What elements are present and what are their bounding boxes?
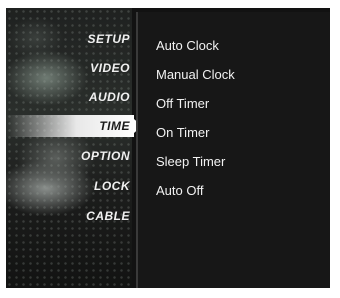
- tab-video-label: VIDEO: [90, 61, 130, 75]
- menu-item-sleep-timer[interactable]: Sleep Timer: [156, 152, 225, 172]
- tab-time-label: TIME: [99, 119, 130, 133]
- menu-item-auto-off[interactable]: Auto Off: [156, 181, 203, 201]
- tab-setup[interactable]: SETUP: [80, 28, 134, 50]
- tv-menu-screen: SETUP VIDEO AUDIO TIME OPTION LOCK CABLE…: [6, 8, 330, 288]
- tab-video[interactable]: VIDEO: [80, 57, 134, 79]
- tab-audio[interactable]: AUDIO: [80, 86, 134, 108]
- tab-cable-label: CABLE: [86, 209, 130, 223]
- tab-option-label: OPTION: [80, 149, 130, 163]
- tab-lock[interactable]: LOCK: [80, 175, 134, 197]
- tab-cable[interactable]: CABLE: [80, 205, 134, 227]
- menu-item-manual-clock[interactable]: Manual Clock: [156, 65, 235, 85]
- tab-setup-label: SETUP: [87, 32, 130, 46]
- menu-item-auto-clock[interactable]: Auto Clock: [156, 36, 219, 56]
- menu-item-off-timer[interactable]: Off Timer: [156, 94, 209, 114]
- tab-audio-label: AUDIO: [88, 90, 130, 104]
- tab-lock-label: LOCK: [94, 179, 130, 193]
- tab-time[interactable]: TIME: [6, 115, 142, 137]
- tab-option[interactable]: OPTION: [80, 145, 134, 167]
- time-submenu-panel: Auto Clock Manual Clock Off Timer On Tim…: [136, 12, 330, 288]
- menu-item-on-timer[interactable]: On Timer: [156, 123, 209, 143]
